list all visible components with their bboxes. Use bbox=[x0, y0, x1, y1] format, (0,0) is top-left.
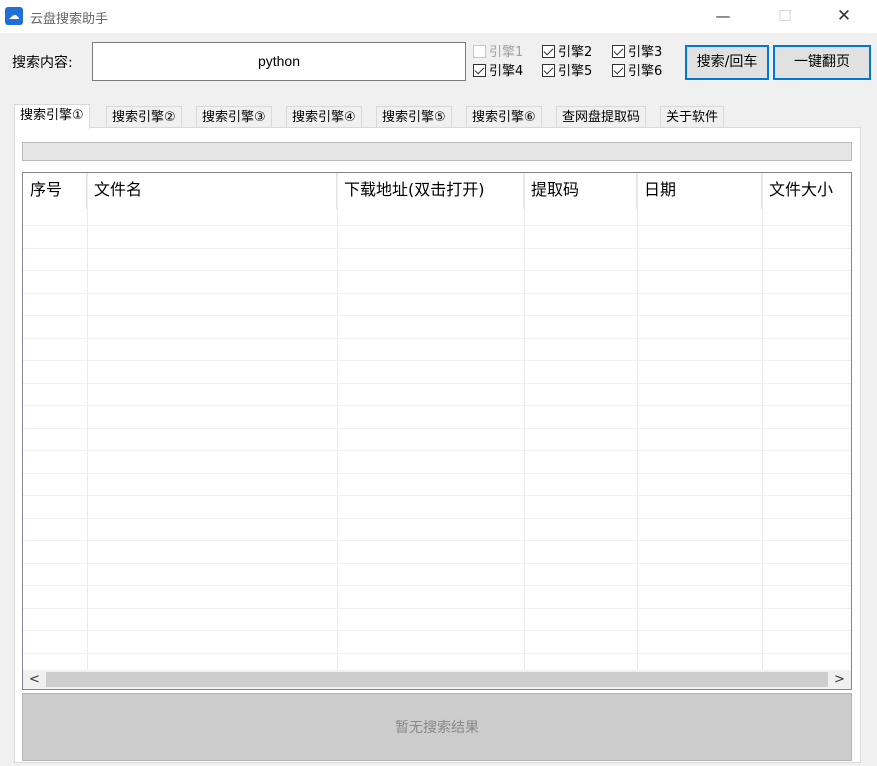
engine-checkbox-4[interactable]: 引擎4 bbox=[473, 64, 523, 80]
row-divider bbox=[23, 338, 851, 339]
row-divider bbox=[23, 225, 851, 226]
row-divider bbox=[23, 653, 851, 654]
scrollbar-thumb[interactable] bbox=[46, 672, 828, 687]
scroll-right-icon[interactable]: > bbox=[830, 670, 849, 689]
row-divider bbox=[23, 405, 851, 406]
cloud-app-icon: ☁ bbox=[5, 7, 23, 25]
tab-about[interactable]: 关于软件 bbox=[660, 106, 725, 128]
page-turn-button[interactable]: 一键翻页 bbox=[773, 45, 871, 80]
column-header-date[interactable]: 日期 bbox=[637, 173, 762, 209]
tab-extract-code[interactable]: 查网盘提取码 bbox=[556, 106, 647, 128]
checkbox-icon bbox=[473, 45, 486, 58]
checkbox-icon bbox=[542, 45, 555, 58]
row-divider bbox=[23, 293, 851, 294]
column-header-size[interactable]: 文件大小 bbox=[762, 173, 851, 209]
title-bar: ☁ 云盘搜索助手 — ☐ ✕ bbox=[0, 0, 877, 33]
checkbox-icon bbox=[473, 64, 486, 77]
table-header: 序号 文件名 下载地址(双击打开) 提取码 日期 文件大小 bbox=[23, 173, 851, 209]
engine-checkbox-2[interactable]: 引擎2 bbox=[542, 45, 592, 61]
tab-engine-4[interactable]: 搜索引擎④ bbox=[286, 106, 362, 128]
tab-engine-2[interactable]: 搜索引擎② bbox=[106, 106, 182, 128]
checkbox-icon bbox=[612, 45, 625, 58]
minimize-button[interactable]: — bbox=[700, 0, 746, 33]
results-table[interactable]: 序号 文件名 下载地址(双击打开) 提取码 日期 文件大小 < > bbox=[22, 172, 852, 690]
row-divider bbox=[23, 585, 851, 586]
column-header-index[interactable]: 序号 bbox=[23, 173, 87, 209]
horizontal-scrollbar[interactable]: < > bbox=[23, 670, 851, 689]
row-divider bbox=[23, 518, 851, 519]
progress-bar bbox=[22, 142, 852, 161]
column-header-filename[interactable]: 文件名 bbox=[87, 173, 337, 209]
row-divider bbox=[23, 563, 851, 564]
row-divider bbox=[23, 450, 851, 451]
row-divider bbox=[23, 248, 851, 249]
row-divider bbox=[23, 315, 851, 316]
window-title: 云盘搜索助手 bbox=[30, 12, 109, 27]
column-header-url[interactable]: 下载地址(双击打开) bbox=[337, 173, 524, 209]
tab-engine-5[interactable]: 搜索引擎⑤ bbox=[376, 106, 452, 128]
row-divider bbox=[23, 383, 851, 384]
search-input[interactable]: python bbox=[92, 42, 466, 81]
close-button[interactable]: ✕ bbox=[821, 0, 867, 33]
search-label: 搜索内容: bbox=[12, 55, 73, 71]
tab-engine-6[interactable]: 搜索引擎⑥ bbox=[466, 106, 542, 128]
engine-label: 引擎2 bbox=[558, 45, 593, 60]
row-divider bbox=[23, 270, 851, 271]
row-divider bbox=[23, 608, 851, 609]
tab-engine-1[interactable]: 搜索引擎① bbox=[14, 104, 90, 129]
tab-engine-3[interactable]: 搜索引擎③ bbox=[196, 106, 272, 128]
column-header-code[interactable]: 提取码 bbox=[524, 173, 637, 209]
engine-label: 引擎3 bbox=[628, 45, 663, 60]
engine-label: 引擎1 bbox=[489, 45, 524, 60]
engine-label: 引擎5 bbox=[558, 64, 593, 79]
row-divider bbox=[23, 473, 851, 474]
engine-checkbox-6[interactable]: 引擎6 bbox=[612, 64, 662, 80]
row-divider bbox=[23, 495, 851, 496]
scroll-left-icon[interactable]: < bbox=[25, 670, 44, 689]
checkbox-icon bbox=[542, 64, 555, 77]
checkbox-icon bbox=[612, 64, 625, 77]
engine-label: 引擎6 bbox=[628, 64, 663, 79]
row-divider bbox=[23, 360, 851, 361]
row-divider bbox=[23, 540, 851, 541]
engine-checkbox-5[interactable]: 引擎5 bbox=[542, 64, 592, 80]
engine-label: 引擎4 bbox=[489, 64, 524, 79]
maximize-button[interactable]: ☐ bbox=[762, 0, 808, 33]
engine-checkbox-1[interactable]: 引擎1 bbox=[473, 45, 523, 61]
search-button[interactable]: 搜索/回车 bbox=[685, 45, 769, 80]
row-divider bbox=[23, 630, 851, 631]
engine-checkbox-3[interactable]: 引擎3 bbox=[612, 45, 662, 61]
status-message: 暂无搜索结果 bbox=[22, 693, 852, 761]
row-divider bbox=[23, 428, 851, 429]
